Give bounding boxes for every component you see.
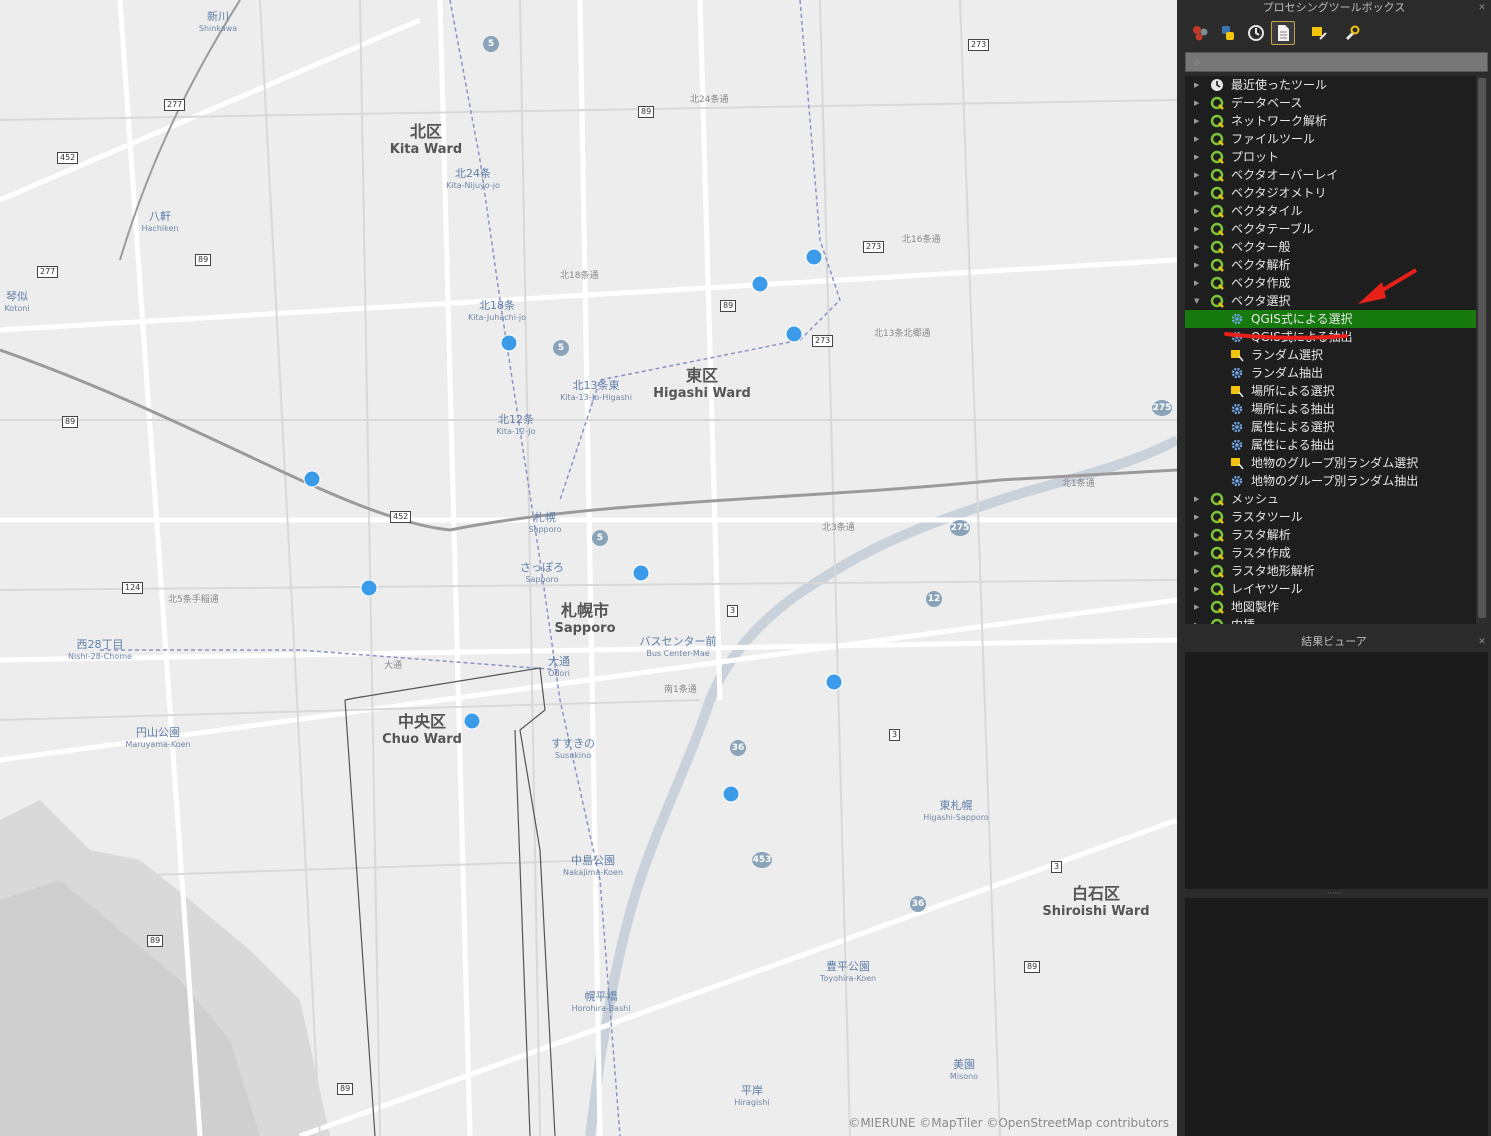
annotation-arrowhead bbox=[1358, 282, 1386, 304]
annotation-overlay bbox=[1224, 268, 1418, 340]
annotation-underline bbox=[1224, 332, 1348, 340]
